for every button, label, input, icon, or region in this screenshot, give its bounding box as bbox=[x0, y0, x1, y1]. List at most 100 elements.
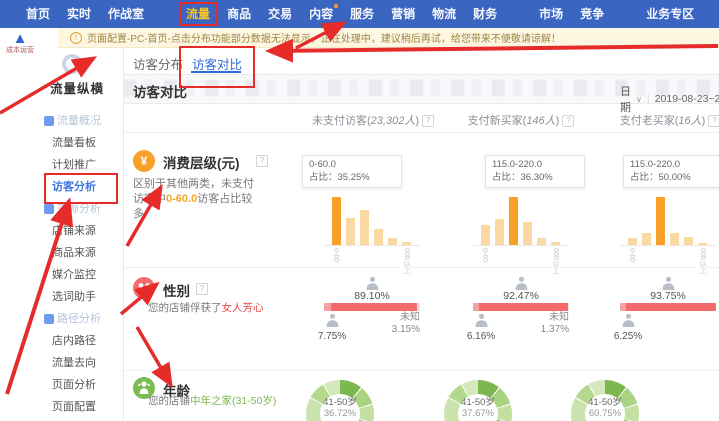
x-tick-label: 0-60 bbox=[628, 248, 635, 262]
desc-highlight: 女人芳心 bbox=[222, 302, 264, 314]
sidebar-item-14[interactable]: 页面配置 bbox=[40, 396, 123, 418]
x-axis bbox=[324, 245, 420, 246]
nav-item-4[interactable]: 流量 bbox=[186, 0, 210, 28]
bar-segment bbox=[388, 238, 397, 245]
male-icon bbox=[326, 313, 339, 333]
sidebar-item-7[interactable]: 商品来源 bbox=[40, 242, 123, 264]
sidebar: 流量纵横 流量概况流量看板计划推广访客分析来源分析店铺来源商品来源媒介监控选词助… bbox=[40, 48, 124, 421]
page-title: 访客对比 bbox=[133, 81, 187, 101]
nav-item-3[interactable]: 作战室 bbox=[108, 0, 144, 28]
column-name: ) bbox=[702, 115, 706, 127]
nav-item-7[interactable]: 内容 bbox=[309, 0, 333, 28]
x-tick-label: 600以上 bbox=[699, 248, 706, 274]
tab-visitor-distribution[interactable]: 访客分布 bbox=[133, 54, 183, 73]
nav-item-11[interactable]: 财务 bbox=[473, 0, 497, 28]
column-name: ) bbox=[415, 115, 419, 127]
sidebar-item-label: 选词助手 bbox=[52, 291, 96, 303]
nav-item-6[interactable]: 交易 bbox=[268, 0, 292, 28]
bar-segment bbox=[509, 197, 518, 245]
sidebar-item-label: 店铺来源 bbox=[52, 225, 96, 237]
info-icon: ! bbox=[70, 32, 82, 44]
sidebar-item-8[interactable]: 媒介监控 bbox=[40, 264, 123, 286]
male-icon bbox=[622, 313, 635, 333]
x-tick-label: 0-60 bbox=[332, 248, 339, 262]
sidebar-item-1[interactable]: 流量概况 bbox=[40, 110, 123, 132]
female-segment bbox=[331, 303, 417, 311]
tooltip-share: 占比：50.00% bbox=[630, 172, 716, 185]
female-percentage: 92.47% bbox=[481, 290, 561, 302]
chart-tooltip: 115.0-220.0占比：50.00% bbox=[623, 155, 719, 188]
yuan-icon: ¥ bbox=[133, 150, 155, 172]
sidebar-item-10[interactable]: 路径分析 bbox=[40, 308, 123, 330]
sidebar-item-2[interactable]: 流量看板 bbox=[40, 132, 123, 154]
nav-item-14[interactable]: 业务专区 bbox=[646, 0, 694, 28]
donut-center: 41-50岁37.67% bbox=[458, 394, 498, 421]
column-count: 16人 bbox=[678, 115, 701, 127]
column-name: ) bbox=[556, 115, 560, 127]
gender-bar bbox=[473, 303, 569, 311]
sidebar-item-label: 路径分析 bbox=[57, 308, 101, 330]
chart-tooltip: 115.0-220.0占比：36.30% bbox=[485, 155, 585, 188]
nav-item-10[interactable]: 物流 bbox=[432, 0, 456, 28]
bar-segment bbox=[374, 229, 383, 245]
bar-segment bbox=[360, 210, 369, 245]
bar-segment bbox=[523, 222, 532, 245]
help-icon[interactable]: ? bbox=[196, 283, 208, 295]
bar-segment bbox=[628, 238, 637, 245]
gear-icon[interactable] bbox=[62, 54, 82, 74]
donut-center: 41-50岁36.72% bbox=[320, 394, 360, 421]
sidebar-item-6[interactable]: 店铺来源 bbox=[40, 220, 123, 242]
donut-center-label: 41-50岁 bbox=[461, 397, 495, 408]
desc-highlight: 0-60.0 bbox=[166, 193, 197, 205]
sidebar-item-label: 店内路径 bbox=[52, 335, 96, 347]
floating-logo-widget[interactable]: ▲ 成本运营 bbox=[2, 30, 38, 55]
folder-icon bbox=[44, 116, 54, 126]
x-tick-label: 0-60 bbox=[481, 248, 488, 262]
sidebar-menu: 流量概况流量看板计划推广访客分析来源分析店铺来源商品来源媒介监控选词助手路径分析… bbox=[40, 110, 123, 418]
nav-item-12[interactable]: 市场 bbox=[539, 0, 563, 28]
unknown-label: 未知 bbox=[519, 312, 569, 324]
sidebar-item-label: 流量概况 bbox=[57, 110, 101, 132]
date-picker[interactable]: 日期 ∨ | 2019-08-23~20 bbox=[620, 83, 719, 115]
column-count: 146人 bbox=[526, 115, 555, 127]
sidebar-item-13[interactable]: 页面分析 bbox=[40, 374, 123, 396]
tooltip-share: 占比：36.30% bbox=[492, 172, 578, 185]
sidebar-item-4[interactable]: 访客分析 bbox=[40, 176, 123, 198]
unknown-segment bbox=[568, 303, 569, 311]
unknown-block: 未知3.15% bbox=[370, 312, 420, 336]
donut-center-value: 37.67% bbox=[462, 408, 494, 420]
donut-center-label: 41-50岁 bbox=[323, 397, 357, 408]
sidebar-title: 流量纵横 bbox=[50, 78, 104, 97]
sidebar-item-5[interactable]: 来源分析 bbox=[40, 198, 123, 220]
nav-item-13[interactable]: 竞争 bbox=[580, 0, 604, 28]
age-donut-chart: 41-50岁37.67% bbox=[444, 380, 512, 421]
sidebar-item-label: 访客分析 bbox=[52, 181, 96, 193]
sidebar-item-label: 页面配置 bbox=[52, 401, 96, 413]
male-percentage: 7.75% bbox=[304, 331, 360, 342]
nav-item-9[interactable]: 营销 bbox=[391, 0, 415, 28]
bar-segment bbox=[346, 218, 355, 245]
nav-item-2[interactable]: 实时 bbox=[67, 0, 91, 28]
sidebar-item-11[interactable]: 店内路径 bbox=[40, 330, 123, 352]
nav-item-8[interactable]: 服务 bbox=[350, 0, 374, 28]
nav-item-1[interactable]: 首页 bbox=[26, 0, 50, 28]
unknown-block: 未知1.37% bbox=[519, 312, 569, 336]
sidebar-item-9[interactable]: 选词助手 bbox=[40, 286, 123, 308]
unknown-percentage: 1.37% bbox=[519, 324, 569, 336]
sidebar-item-12[interactable]: 流量去向 bbox=[40, 352, 123, 374]
nav-item-5[interactable]: 商品 bbox=[227, 0, 251, 28]
column-count: 23,302人 bbox=[371, 115, 416, 127]
bar-segment bbox=[656, 197, 665, 245]
bar-segment bbox=[481, 225, 490, 245]
female-percentage: 89.10% bbox=[332, 290, 412, 302]
sidebar-item-label: 商品来源 bbox=[52, 247, 96, 259]
tooltip-range: 0-60.0 bbox=[309, 159, 395, 172]
row-desc-gender: 您的店铺俘获了女人芳心 bbox=[148, 301, 278, 316]
age-donut-chart: 41-50岁60.75% bbox=[571, 380, 639, 421]
x-axis bbox=[620, 245, 716, 246]
sidebar-item-3[interactable]: 计划推广 bbox=[40, 154, 123, 176]
help-icon[interactable]: ? bbox=[562, 115, 574, 127]
help-icon[interactable]: ? bbox=[708, 115, 719, 127]
help-icon[interactable]: ? bbox=[256, 155, 268, 167]
donut-center: 41-50岁60.75% bbox=[585, 394, 625, 421]
